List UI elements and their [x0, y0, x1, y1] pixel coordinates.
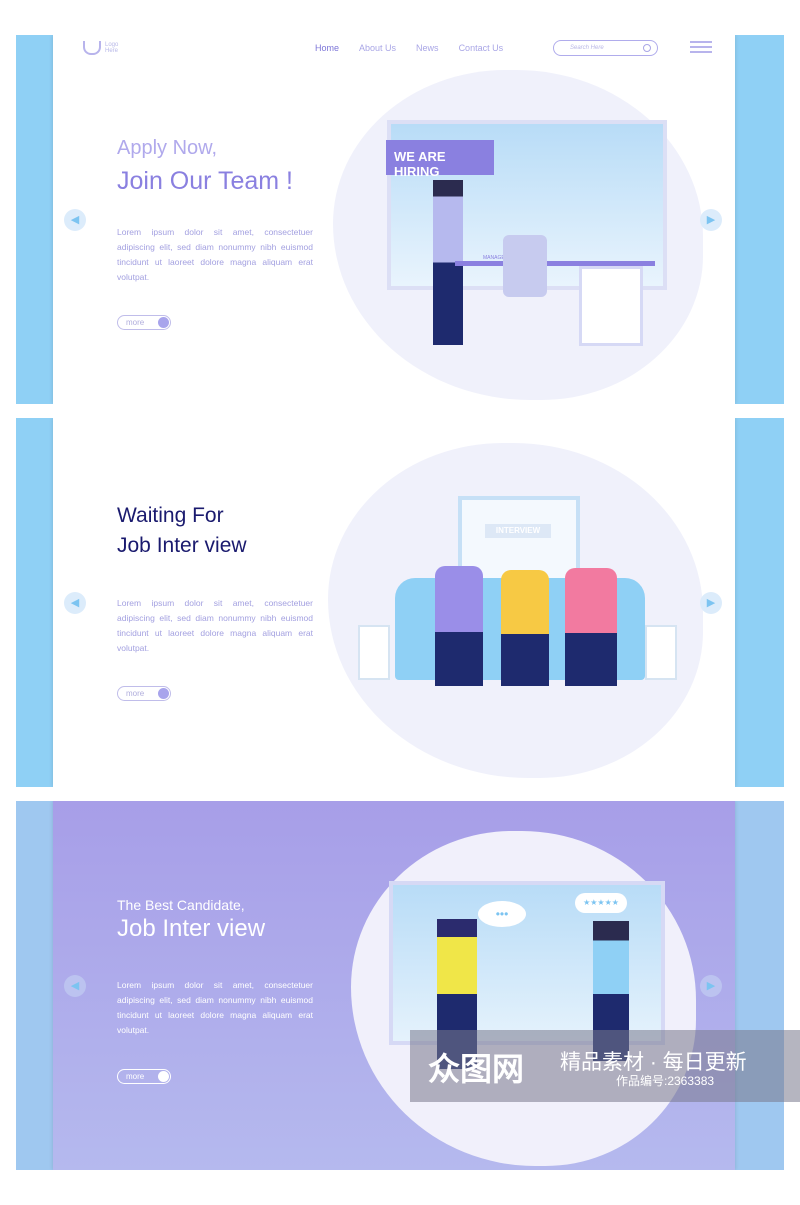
- more-label: more: [126, 1072, 145, 1081]
- title-big: Job Inter view: [117, 534, 247, 557]
- next-arrow-button[interactable]: ▶: [700, 974, 722, 997]
- nav-home[interactable]: Home: [315, 43, 339, 53]
- person-3: [565, 568, 617, 686]
- slide-apply-now: Logo Here Home About Us News Contact Us Sear…: [16, 35, 784, 404]
- speech-bubble-icon: •••: [478, 901, 526, 927]
- menu-icon[interactable]: [690, 41, 712, 56]
- nav-news[interactable]: News: [416, 43, 439, 53]
- watermark-id: 作品编号:2363383: [616, 1074, 715, 1088]
- search-placeholder: Search Here: [570, 45, 604, 51]
- logo: Logo Here: [83, 41, 118, 55]
- watermark-brand: 众图网: [428, 1051, 525, 1087]
- logo-icon: [83, 41, 101, 55]
- title-big: Join Our Team !: [117, 167, 294, 195]
- drawer-illustration: [579, 266, 643, 346]
- interview-sign: INTERVIEW: [485, 524, 551, 538]
- person-2: [501, 570, 549, 686]
- navbar: Logo Here Home About Us News Contact Us Sear…: [53, 35, 735, 61]
- more-button[interactable]: more: [117, 315, 171, 330]
- slide-waiting-interview: Waiting For Job Inter view Lorem ipsum d…: [16, 418, 784, 787]
- search-icon[interactable]: [643, 44, 651, 52]
- more-label: more: [126, 318, 145, 327]
- chair-illustration: [503, 235, 547, 297]
- hiring-sign: WE ARE HIRING: [386, 140, 494, 179]
- body-text: Lorem ipsum dolor sit amet, consectetuer…: [117, 227, 313, 282]
- side-table-right: [645, 625, 677, 680]
- next-arrow-button[interactable]: ▶: [700, 208, 722, 231]
- next-arrow-button[interactable]: ▶: [700, 591, 722, 614]
- search-input[interactable]: Search Here: [553, 40, 658, 56]
- title-big: Job Inter view: [117, 915, 266, 942]
- logo-text: Here: [105, 48, 119, 54]
- watermark: 众图网 精品素材 · 每日更新 作品编号:2363383: [410, 1030, 800, 1102]
- body-text: Lorem ipsum dolor sit amet, consectetuer…: [117, 598, 313, 653]
- rating-bubble: ★★★★★: [575, 893, 627, 913]
- prev-arrow-button[interactable]: ◀: [64, 208, 86, 231]
- slide-best-candidate: The Best Candidate, Job Inter view Lorem…: [16, 801, 784, 1170]
- more-button[interactable]: more: [117, 1069, 171, 1084]
- prev-arrow-button[interactable]: ◀: [64, 591, 86, 614]
- side-table-left: [358, 625, 390, 680]
- prev-arrow-button[interactable]: ◀: [64, 974, 86, 997]
- arrow-right-icon: [158, 1071, 169, 1082]
- more-button[interactable]: more: [117, 686, 171, 701]
- title-small: Apply Now,: [117, 137, 218, 159]
- nav-contact[interactable]: Contact Us: [459, 43, 504, 53]
- title-small: The Best Candidate,: [117, 897, 245, 913]
- body-text: Lorem ipsum dolor sit amet, consectetuer…: [117, 980, 313, 1035]
- title-small: Waiting For: [117, 504, 224, 527]
- more-label: more: [126, 689, 145, 698]
- arrow-right-icon: [158, 317, 169, 328]
- arrow-right-icon: [158, 688, 169, 699]
- nav-about[interactable]: About Us: [359, 43, 396, 53]
- person-1: [435, 566, 483, 686]
